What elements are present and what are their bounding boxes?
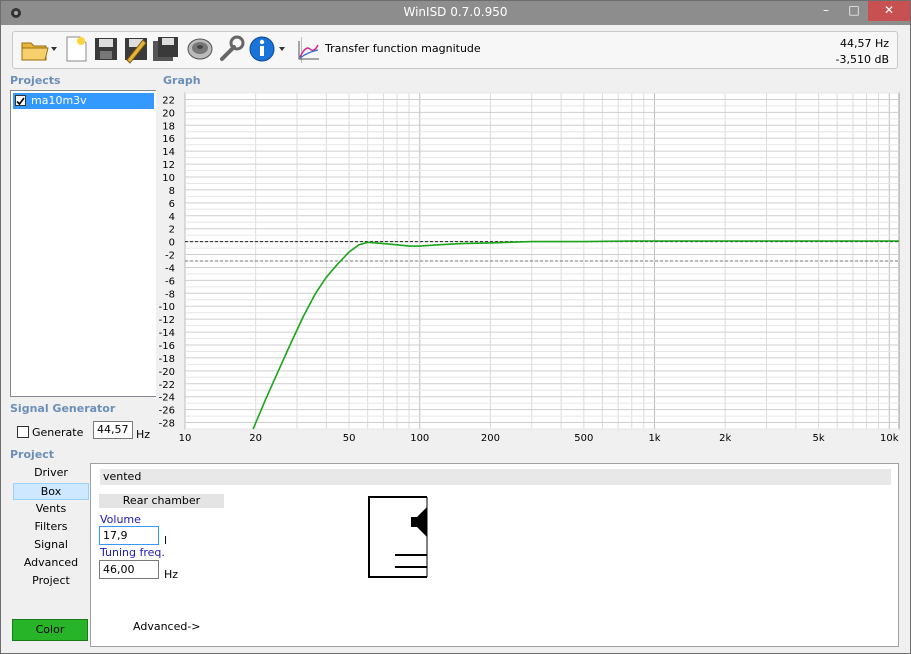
y-tick-label: -10 (159, 302, 175, 313)
window-title: WinISD 0.7.0.950 (403, 5, 508, 19)
project-section-label: Project (10, 448, 55, 461)
graph-label: Graph (163, 74, 201, 87)
minimize-button[interactable]: – (813, 1, 839, 21)
x-tick-label: 5k (813, 433, 825, 444)
volume-label: Volume (100, 513, 141, 526)
title-bar: WinISD 0.7.0.950 – □ ✕ (1, 1, 910, 25)
y-tick-label: -6 (165, 276, 175, 287)
rear-chamber-header: Rear chamber (99, 494, 224, 508)
y-tick-label: 22 (162, 95, 175, 106)
box-type-header: vented (100, 469, 891, 485)
y-tick-label: -4 (165, 263, 175, 274)
y-tick-label: -8 (165, 289, 175, 300)
y-tick-label: -24 (159, 393, 175, 404)
y-tick-label: 0 (169, 238, 175, 249)
projects-list[interactable]: ma10m3v (10, 90, 157, 397)
toolbar: Transfer function magnitude 44,57 Hz -3,… (12, 31, 898, 69)
generate-label: Generate (32, 426, 84, 439)
y-tick-label: -20 (159, 367, 175, 378)
checkmark-icon (16, 97, 25, 106)
y-tick-label: -14 (159, 328, 175, 339)
signal-generator-label: Signal Generator (10, 402, 116, 415)
main-window: WinISD 0.7.0.950 – □ ✕ Transfer function… (0, 0, 911, 654)
y-tick-label: 12 (162, 160, 175, 171)
x-tick-label: 2k (719, 433, 731, 444)
y-tick-label: 2 (169, 225, 175, 236)
x-tick-label: 500 (574, 433, 593, 444)
x-tick-label: 200 (481, 433, 500, 444)
save-icon[interactable] (91, 34, 121, 64)
signal-frequency-unit: Hz (136, 428, 151, 441)
maximize-button[interactable]: □ (841, 1, 867, 21)
signal-frequency-input[interactable]: 44,57 (93, 421, 133, 439)
y-tick-label: -28 (159, 419, 175, 430)
y-tick-label: 16 (162, 134, 175, 145)
y-tick-label: -12 (159, 315, 175, 326)
x-tick-label: 100 (410, 433, 429, 444)
x-tick-label: 1k (648, 433, 660, 444)
y-tick-label: -2 (165, 251, 175, 262)
y-tick-label: 8 (169, 186, 175, 197)
volume-input[interactable]: 17,9 (99, 526, 159, 545)
speaker-icon (411, 507, 427, 537)
level-readout: -3,510 dB (835, 53, 890, 66)
y-tick-label: 18 (162, 121, 175, 132)
nav-filters[interactable]: Filters (13, 519, 89, 536)
graph-area[interactable]: 22 20 18 16 14 12 10 8 6 4 2 0 -2 -4 -6 -8 -10 -12 -14 -16-… (156, 90, 902, 445)
x-tick-label: 50 (343, 433, 356, 444)
color-button[interactable]: Color (12, 619, 88, 641)
info-icon[interactable] (247, 34, 289, 64)
advanced-link[interactable]: Advanced-> (133, 620, 201, 633)
box-panel: vented Rear chamber Volume 17,9 l Tuning… (90, 463, 899, 647)
nav-project[interactable]: Project (13, 573, 89, 590)
vented-box-diagram (368, 496, 428, 578)
wrench-icon[interactable] (217, 34, 247, 64)
open-folder-icon[interactable] (19, 34, 57, 64)
close-button[interactable]: ✕ (868, 1, 910, 21)
nav-advanced[interactable]: Advanced (13, 555, 89, 572)
nav-signal[interactable]: Signal (13, 537, 89, 554)
y-tick-label: 20 (162, 108, 175, 119)
x-tick-label: 20 (249, 433, 262, 444)
tuning-freq-input[interactable]: 46,00 (99, 560, 159, 579)
graph-type-icon[interactable] (296, 38, 322, 62)
y-tick-label: -18 (159, 354, 175, 365)
tuning-freq-unit: Hz (164, 568, 179, 581)
project-item[interactable]: ma10m3v (13, 93, 154, 109)
nav-driver[interactable]: Driver (13, 465, 89, 482)
projects-label: Projects (10, 74, 61, 87)
graph-type-button[interactable]: Transfer function magnitude (325, 42, 481, 55)
frequency-readout: 44,57 Hz (839, 37, 889, 50)
new-project-icon[interactable] (61, 34, 91, 64)
tuning-freq-label: Tuning freq. (100, 546, 165, 559)
x-tick-label: 10k (880, 433, 899, 444)
y-tick-label: 14 (162, 147, 175, 158)
project-checkbox[interactable] (15, 95, 26, 106)
y-tick-label: 10 (162, 173, 175, 184)
nav-vents[interactable]: Vents (13, 501, 89, 518)
generate-checkbox[interactable] (17, 426, 29, 438)
y-tick-label: -26 (159, 406, 175, 417)
y-tick-label: -16 (159, 341, 175, 352)
nav-box[interactable]: Box (13, 483, 89, 500)
y-tick-label: -22 (159, 380, 175, 391)
transfer-function-chart[interactable]: 2220181614121086420-2-4-6-8-10-12-14-16-… (156, 90, 902, 445)
speaker-driver-icon[interactable] (185, 34, 215, 64)
y-tick-label: 6 (169, 199, 175, 210)
save-all-icon[interactable] (151, 34, 181, 64)
y-tick-label: 4 (169, 212, 175, 223)
save-as-icon[interactable] (121, 34, 151, 64)
x-tick-label: 10 (179, 433, 192, 444)
project-name: ma10m3v (31, 94, 87, 107)
